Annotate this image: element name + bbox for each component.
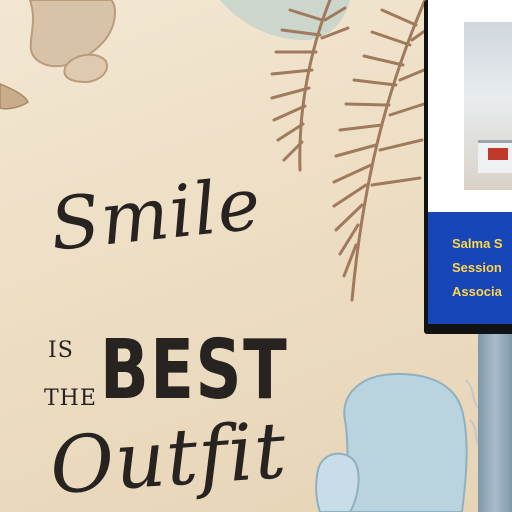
- palm-frond-right: [332, 0, 428, 302]
- quote-word-best: BEST: [100, 323, 289, 418]
- screen-text-name: Salma S: [452, 236, 503, 251]
- mural-blue-blob: [343, 372, 468, 512]
- quote-word-smile: Smile: [46, 161, 266, 267]
- quote-word-outfit: Outfit: [47, 405, 290, 512]
- mural-blue-blob-small: [315, 452, 360, 512]
- quote-word-is: IS: [48, 338, 74, 363]
- mural-blob-top: [28, 0, 116, 68]
- wall-quote: Smile IS THE BEST Outfit: [30, 161, 290, 512]
- monitor-stand: [478, 334, 512, 512]
- mural-blob-left: [0, 83, 29, 110]
- screen-text-role: Associa: [452, 284, 502, 299]
- screen-photo-accent: [488, 148, 508, 160]
- quote-word-the: THE: [44, 386, 97, 411]
- monitor-screen: Salma S Session Associa: [428, 0, 512, 324]
- screen-text-session: Session: [452, 260, 502, 275]
